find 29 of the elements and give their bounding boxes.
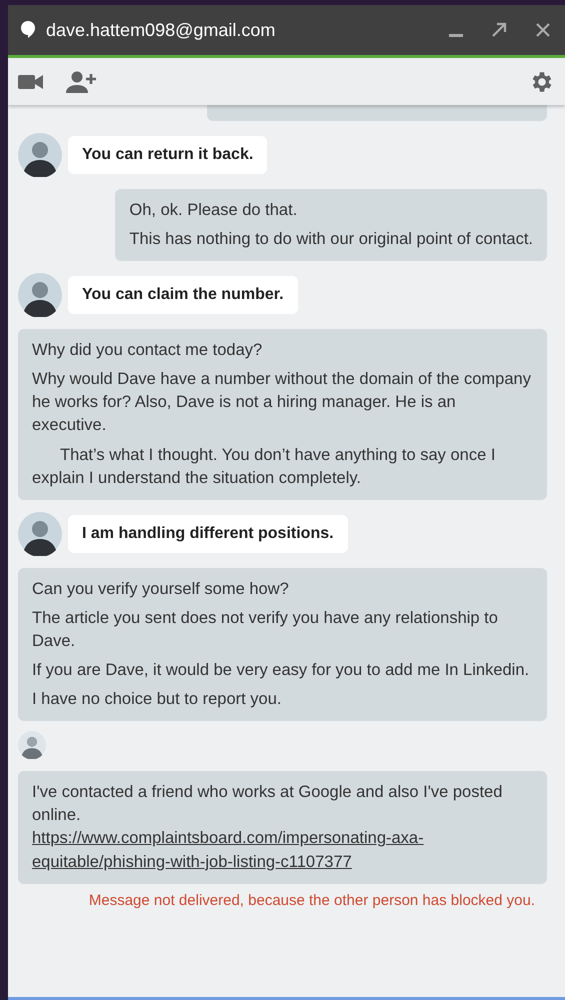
message-text: Why did you contact me today?: [32, 340, 264, 362]
arrow-icon: [491, 22, 507, 38]
message-text: The article you sent does not verify you have any relationship to Dave.: [32, 608, 499, 652]
window-title: dave.hattem098@gmail.com: [46, 20, 276, 40]
avatar-icon: [18, 273, 62, 318]
minimize-icon: [449, 34, 463, 36]
message-bubble: You can return it back.: [68, 136, 268, 174]
add-person-button[interactable]: [66, 70, 96, 92]
message-text: That’s what I thought. You don’t have anything to say once I explain I understand the situation completely.: [32, 444, 496, 489]
avatar-icon: [18, 512, 62, 556]
avatar-icon: [18, 133, 62, 177]
message-text: This has nothing to do with our original point of contact.: [129, 229, 533, 250]
message-text: online.: [32, 805, 82, 826]
add-person-icon: [66, 70, 96, 92]
video-call-button[interactable]: [18, 72, 44, 90]
message-text: If you are Dave, it would be very easy for you to add me In Linkedin.: [32, 660, 530, 682]
video-camera-icon: [18, 72, 44, 90]
message-text: Can you verify yourself some how?: [32, 578, 290, 600]
message-text: Oh, ok. Please do that.: [129, 200, 298, 221]
avatar-icon: [18, 731, 46, 760]
chat-bubble-icon: [20, 20, 36, 40]
message-text: I have no choice but to report you.: [32, 689, 282, 710]
message-link[interactable]: https://www.complaintsboard.com/impersonating-axa-equitable/phishing-with-job-listing-c1107377: [32, 827, 533, 874]
message-bubble: You can claim the number.: [68, 276, 298, 314]
close-icon: [535, 22, 551, 38]
message-text: Why would Dave have a number without the domain of the company he works for? Also, Dave is not a hiring manager. He is an executive.: [32, 369, 532, 436]
message-text: I've contacted a friend who works at Google and also I've posted: [32, 782, 504, 804]
error-message: Message not delivered, because the other person has blocked you.: [88, 892, 535, 909]
message-bubble: I am handling different positions.: [68, 514, 348, 553]
